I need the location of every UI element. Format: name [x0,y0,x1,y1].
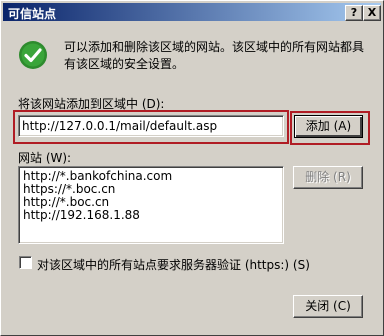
list-item[interactable]: http://192.168.1.88 [23,209,279,222]
url-input[interactable]: http://127.0.0.1/mail/default.asp [18,115,284,137]
help-button[interactable]: ? [345,5,363,21]
https-checkbox-label[interactable]: 对该区域中的所有站点要求服务器验证 (https:) (S) [37,256,310,273]
remove-button[interactable]: 删除 (R) [293,166,363,189]
window-title: 可信站点 [8,7,57,21]
https-checkbox[interactable] [19,256,32,269]
add-button[interactable]: 添加 (A) [294,115,363,138]
trusted-sites-dialog: 可信站点 ? X 可以添加和删除该区域的网站。该区域中的所有网站都具有该区域的安… [0,0,384,336]
close-icon[interactable]: X [363,5,381,21]
check-icon [19,41,47,69]
title-bar[interactable]: 可信站点 ? X [3,3,381,21]
close-button[interactable]: 关闭 (C) [293,295,363,318]
zone-description: 可以添加和删除该区域的网站。该区域中的所有网站都具有该区域的安全设置。 [64,40,365,71]
websites-label: 网站 (W): [18,151,72,165]
websites-list[interactable]: http://*.bankofchina.com https://*.boc.c… [18,166,284,244]
